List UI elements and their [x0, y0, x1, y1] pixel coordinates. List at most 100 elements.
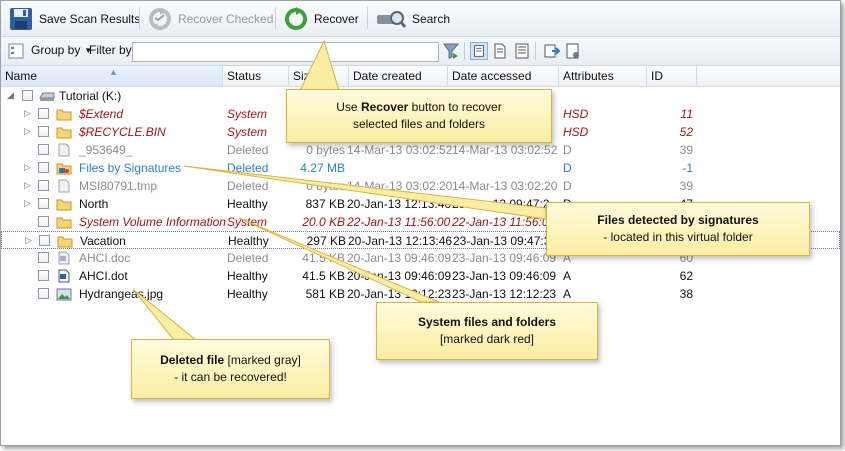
checkbox[interactable] [38, 144, 49, 155]
recycle-icon [149, 7, 171, 30]
row-attributes: D [563, 179, 572, 193]
row-name: $RECYCLE.BIN [79, 125, 166, 139]
expand-icon[interactable]: ▷ [25, 235, 32, 246]
table-row[interactable]: ▷ MSI80791.tmp Deleted 0 bytes 14-Mar-13 03:… [1, 177, 840, 195]
row-accessed: 23-Jan-13 09:46:09 [452, 269, 557, 283]
folder-icon [56, 127, 72, 139]
checkbox[interactable] [22, 90, 33, 101]
search-button[interactable]: Search [375, 5, 450, 32]
table-row[interactable]: AHCI.dot Healthy 41.5 KB 20-Jan-13 09:46:09… [1, 267, 840, 285]
filter-input[interactable] [132, 42, 439, 62]
column-header: Name ▲ Status Size Date created Date acc… [1, 66, 840, 87]
toolbar: Save Scan Results Recover Checked Recove… [1, 1, 840, 37]
table-row[interactable]: ▷ Files by Signatures Deleted 4.27 MB D -1 [1, 159, 840, 177]
column-header-date-created[interactable]: Date created [349, 66, 448, 86]
row-id: 39 [679, 143, 693, 157]
signatures-callout-line2: - located in this virtual folder [603, 230, 753, 244]
group-by-label: Group by [31, 43, 81, 57]
recover-checked-label: Recover Checked [178, 11, 274, 26]
recover-checked-button[interactable]: Recover Checked [147, 5, 273, 32]
row-created: 20-Jan-13 12:13:46 [348, 234, 453, 248]
row-created: 20-Jan-13 09:46:09 [347, 269, 452, 283]
system-callout-title: System files and folders [417, 315, 557, 329]
checkbox[interactable] [38, 180, 49, 191]
row-status: System [227, 107, 268, 121]
checkbox[interactable] [38, 108, 49, 119]
floppy-disk-icon [10, 7, 32, 30]
row-name: AHCI.dot [79, 269, 128, 283]
row-name: System Volume Information [79, 215, 226, 229]
row-id: 11 [680, 107, 693, 121]
file-icon [58, 143, 70, 157]
row-created: 20-Jan-13 12:13:46 [347, 197, 452, 211]
tree-view-icon[interactable] [7, 42, 25, 60]
table-row[interactable]: _953649_ Deleted 0 bytes 14-Mar-13 03:02:52… [1, 141, 840, 159]
row-created: 14-Mar-13 03:02:52 [347, 143, 453, 157]
checkbox[interactable] [38, 288, 49, 299]
checkbox[interactable] [38, 198, 49, 209]
folder-icon [56, 217, 72, 229]
list-icon[interactable] [513, 42, 531, 60]
checkbox[interactable] [39, 235, 50, 246]
column-header-size[interactable]: Size [289, 66, 349, 86]
row-size: 4.27 MB [300, 161, 345, 175]
folder-icon [56, 199, 72, 211]
deleted-callout: Deleted file [marked gray] - it can be r… [131, 339, 330, 399]
signature-folder-icon [56, 163, 72, 175]
recover-button[interactable]: Recover [283, 5, 359, 32]
sort-ascending-icon: ▲ [109, 67, 118, 77]
row-status: Healthy [227, 269, 268, 283]
row-accessed: 23-Jan-13 09:47:33 [453, 234, 558, 248]
checkbox[interactable] [38, 126, 49, 137]
row-name: MSI80791.tmp [79, 179, 158, 193]
expand-icon[interactable]: ▷ [24, 198, 31, 209]
folder-icon [57, 236, 73, 248]
file-icon [58, 179, 70, 193]
column-header-id[interactable]: ID [647, 66, 697, 86]
expand-icon[interactable]: ▷ [24, 126, 31, 137]
row-status: System [227, 215, 268, 229]
row-id: -1 [682, 161, 693, 175]
properties-icon[interactable] [564, 42, 582, 60]
checkbox[interactable] [38, 162, 49, 173]
expand-icon[interactable]: ▷ [24, 180, 31, 191]
callout-text: [marked gray] [224, 353, 301, 367]
column-header-attributes[interactable]: Attributes [559, 66, 647, 86]
row-name: North [79, 197, 109, 211]
recover-callout-line2: selected files and folders [352, 117, 486, 131]
export-icon[interactable] [542, 42, 560, 60]
checkbox[interactable] [38, 270, 49, 281]
expand-icon[interactable]: ▷ [24, 108, 31, 119]
row-name: Hydrangeas.jpg [79, 287, 164, 301]
row-accessed: 23-Jan-13 12:12:23 [452, 287, 557, 301]
signatures-callout: Files detected by signatures - located i… [546, 202, 810, 256]
row-status: Healthy [228, 234, 269, 248]
column-header-name[interactable]: Name ▲ [1, 66, 223, 86]
column-name-label: Name [5, 69, 38, 83]
table-row[interactable]: Hydrangeas.jpg Healthy 581 KB 20-Jan-13 12:… [1, 285, 840, 303]
expand-icon[interactable]: ▷ [24, 162, 31, 173]
collapse-icon[interactable]: ◢ [7, 90, 14, 101]
group-by-dropdown[interactable]: Group by ▼ [31, 43, 92, 57]
row-created: 22-Jan-13 11:56:00 [347, 215, 451, 229]
save-scan-results-button[interactable]: Save Scan Results [8, 5, 140, 32]
search-icon [377, 10, 407, 28]
document-icon[interactable] [491, 42, 509, 60]
column-header-date-accessed[interactable]: Date accessed [448, 66, 559, 86]
apply-filter-icon[interactable] [442, 42, 460, 60]
recover-callout-line1: Use Recover button to recover [287, 99, 551, 116]
details-view-icon[interactable] [470, 42, 488, 60]
row-created: 20-Jan-13 12:12:23 [347, 287, 452, 301]
checkbox[interactable] [38, 252, 49, 263]
checkbox[interactable] [38, 216, 49, 227]
row-attributes: A [563, 287, 572, 301]
row-name: Vacation [80, 234, 126, 248]
column-header-status[interactable]: Status [223, 66, 289, 86]
row-created: 20-Jan-13 09:46:09 [347, 251, 452, 265]
document-icon [58, 269, 70, 283]
row-id: 62 [679, 269, 693, 283]
row-attributes: D [563, 143, 572, 157]
deleted-callout-line2: - it can be recovered! [174, 370, 287, 384]
row-status: Deleted [227, 161, 269, 175]
callout-text: button to recover [408, 100, 502, 114]
